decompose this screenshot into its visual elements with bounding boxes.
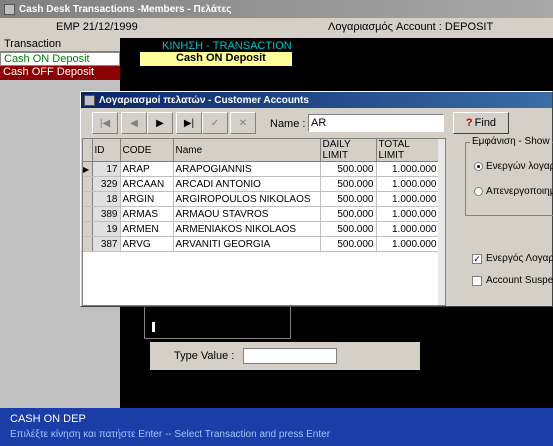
cell-code: ARAP	[120, 161, 174, 177]
find-icon: ?	[465, 117, 473, 129]
row-indicator	[83, 221, 93, 237]
last-record-button[interactable]: ▶|	[176, 112, 202, 134]
status-bar: CASH ON DEP Επιλέξτε κίνηση και πατήστε …	[0, 408, 553, 446]
cell-total-limit: 1.000.000	[376, 221, 440, 237]
grid-header-row: ID CODE Name DAILY LIMIT TOTAL LIMIT	[83, 139, 440, 162]
active-account-label: Ενεργός Λογαρι	[486, 253, 553, 264]
type-value-label: Type Value :	[174, 350, 235, 362]
cell-code: ARVG	[120, 236, 174, 252]
name-label: Name :	[270, 118, 306, 130]
entry-box	[144, 307, 291, 339]
dialog-titlebar: Λογαριασμοί πελατών - Customer Accounts	[81, 92, 552, 108]
cell-code: ARMEN	[120, 221, 174, 237]
radio-active[interactable]	[474, 162, 483, 171]
grid-scrollbar[interactable]	[438, 139, 445, 305]
accounts-grid[interactable]: ID CODE Name DAILY LIMIT TOTAL LIMIT ▶ 17…	[82, 138, 446, 306]
cell-code: ARMAS	[120, 206, 174, 222]
transaction-item-cash-off[interactable]: Cash OFF Deposit	[0, 66, 120, 80]
cell-daily-limit: 500.000	[320, 191, 377, 207]
table-row[interactable]: 19 ARMEN ARMENIAKOS NIKOLAOS 500.000 1.000.0…	[83, 221, 440, 237]
find-button[interactable]: ? Find	[453, 112, 509, 134]
radio-active-label: Ενεργών λογαρ	[486, 161, 553, 172]
cell-name: ARAPOGIANNIS	[173, 161, 321, 177]
col-daily-limit[interactable]: DAILY LIMIT	[320, 139, 377, 162]
col-code[interactable]: CODE	[120, 139, 174, 162]
status-line-2: Επιλέξτε κίνηση και πατήστε Enter -- Sel…	[10, 429, 331, 440]
info-bar: EMP 21/12/1999 Λογαριασμός Account : DEP…	[0, 18, 553, 38]
type-value-input[interactable]	[243, 348, 337, 364]
cell-total-limit: 1.000.000	[376, 236, 440, 252]
cell-daily-limit: 500.000	[320, 161, 377, 177]
show-group: Εμφάνιση - Show Ενεργών λογαρ Απενεργοπο…	[465, 136, 553, 216]
cell-total-limit: 1.000.000	[376, 176, 440, 192]
prev-record-button[interactable]: ◀	[121, 112, 147, 134]
active-account-checkbox[interactable]: ✓	[472, 254, 482, 264]
table-row[interactable]: 18 ARGIN ARGIROPOULOS NIKOLAOS 500.000 1.000…	[83, 191, 440, 207]
cell-name: ARMAOU STAVROS	[173, 206, 321, 222]
customer-accounts-dialog: Λογαριασμοί πελατών - Customer Accounts …	[80, 91, 553, 307]
cell-id: 17	[92, 161, 121, 177]
cell-name: ARVANITI GEORGIA	[173, 236, 321, 252]
check-icon[interactable]: ✓	[202, 112, 228, 134]
cell-code: ARGIN	[120, 191, 174, 207]
cell-id: 329	[92, 176, 121, 192]
dialog-title: Λογαριασμοί πελατών - Customer Accounts	[99, 94, 309, 106]
next-record-button[interactable]: ▶	[147, 112, 173, 134]
table-row[interactable]: 387 ARVG ARVANITI GEORGIA 500.000 1.000.000	[83, 236, 440, 252]
cell-total-limit: 1.000.000	[376, 161, 440, 177]
cell-id: 389	[92, 206, 121, 222]
window-titlebar: Cash Desk Transactions -Members - Πελάτε…	[0, 0, 553, 18]
cell-name: ARCADI ANTONIO	[173, 176, 321, 192]
account-suspended-label: Account Suspen	[486, 275, 553, 286]
account-label: Λογαριασμός Account : DEPOSIT	[328, 21, 494, 33]
radio-inactive[interactable]	[474, 187, 483, 196]
cell-id: 19	[92, 221, 121, 237]
cell-name: ARMENIAKOS NIKOLAOS	[173, 221, 321, 237]
cell-daily-limit: 500.000	[320, 221, 377, 237]
cell-daily-limit: 500.000	[320, 206, 377, 222]
find-label: Find	[474, 117, 497, 129]
show-legend: Εμφάνιση - Show	[470, 136, 552, 147]
dialog-icon	[84, 94, 95, 106]
radio-inactive-label: Απενεργοποιημ	[486, 186, 553, 197]
row-indicator	[83, 191, 93, 207]
cell-total-limit: 1.000.000	[376, 206, 440, 222]
table-row[interactable]: 329 ARCAAN ARCADI ANTONIO 500.000 1.000.000	[83, 176, 440, 192]
name-search-input[interactable]: AR	[308, 114, 444, 132]
col-total-limit[interactable]: TOTAL LIMIT	[376, 139, 440, 162]
table-row[interactable]: ▶ 17 ARAP ARAPOGIANNIS 500.000 1.000.000	[83, 161, 440, 177]
cell-daily-limit: 500.000	[320, 176, 377, 192]
app-icon	[4, 3, 15, 15]
cell-code: ARCAAN	[120, 176, 174, 192]
cell-total-limit: 1.000.000	[376, 191, 440, 207]
first-record-button[interactable]: |◀	[92, 112, 118, 134]
row-indicator-header	[83, 139, 93, 162]
transaction-header: Transaction	[0, 38, 120, 52]
row-indicator	[83, 236, 93, 252]
type-value-panel: Type Value :	[150, 342, 420, 370]
row-indicator	[83, 176, 93, 192]
cell-name: ARGIROPOULOS NIKOLAOS	[173, 191, 321, 207]
cell-daily-limit: 500.000	[320, 236, 377, 252]
cell-id: 387	[92, 236, 121, 252]
transaction-item-cash-on[interactable]: Cash ON Deposit	[0, 52, 120, 66]
col-id[interactable]: ID	[92, 139, 121, 162]
window-title: Cash Desk Transactions -Members - Πελάτε…	[19, 3, 232, 15]
emp-date: EMP 21/12/1999	[56, 21, 138, 33]
selected-transaction: Cash ON Deposit	[140, 52, 292, 66]
status-line-1: CASH ON DEP	[10, 413, 86, 425]
close-icon[interactable]: ✕	[230, 112, 256, 134]
table-row[interactable]: 389 ARMAS ARMAOU STAVROS 500.000 1.000.000	[83, 206, 440, 222]
row-indicator: ▶	[83, 161, 93, 177]
row-indicator	[83, 206, 93, 222]
col-name[interactable]: Name	[173, 139, 321, 162]
text-cursor	[152, 322, 155, 332]
transaction-heading: ΚΙΝΗΣΗ - TRANSACTION	[162, 40, 292, 52]
cell-id: 18	[92, 191, 121, 207]
account-suspended-checkbox[interactable]	[472, 276, 482, 286]
